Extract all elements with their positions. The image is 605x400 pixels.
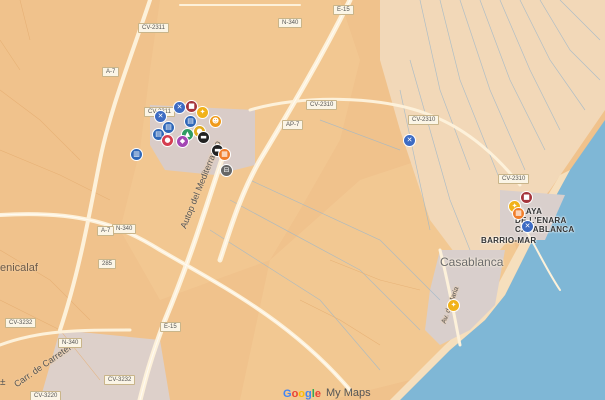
train-icon[interactable]: ⊟: [220, 164, 233, 177]
restaurant-icon[interactable]: ✕: [173, 101, 186, 114]
road-shield: CV-2311: [138, 23, 169, 33]
store-icon[interactable]: ▦: [218, 148, 231, 161]
google-letter: e: [314, 388, 321, 400]
road-shield: E-15: [333, 5, 354, 15]
shop-icon[interactable]: ▦: [512, 207, 525, 220]
hiking-icon[interactable]: ✦: [196, 106, 209, 119]
road-shield: CV-3220: [30, 391, 62, 400]
pin-icon[interactable]: ◆: [176, 135, 189, 148]
map-canvas[interactable]: enicalaf Casablanca BARRIO-MAR PLAYA DE …: [0, 0, 605, 400]
road-shield: AP-7: [282, 120, 304, 130]
road-shield: A-7: [97, 226, 115, 236]
google-logo: Google: [283, 388, 321, 400]
road-shield: CV-2310: [498, 174, 530, 184]
road-shield: 285: [98, 259, 117, 269]
road-shield: CV-3232: [5, 318, 37, 328]
road-shield: N-340: [278, 18, 303, 28]
compass-icon[interactable]: ±: [0, 377, 6, 388]
place-label-casablanca: Casablanca: [440, 255, 504, 269]
store-icon[interactable]: ■: [520, 191, 533, 204]
car-icon[interactable]: ▬: [197, 131, 210, 144]
google-letter: g: [305, 388, 312, 400]
road-shield: CV-2310: [408, 115, 440, 125]
road-shield: A-7: [102, 67, 120, 77]
my-maps-label: My Maps: [326, 387, 371, 399]
place-label-benicalaf: enicalaf: [0, 262, 38, 274]
restaurant-icon[interactable]: ✕: [403, 134, 416, 147]
restaurant-icon[interactable]: ✕: [521, 220, 534, 233]
shop-icon[interactable]: ●: [161, 134, 174, 147]
road-shield: N-340: [112, 224, 137, 234]
walk-icon[interactable]: ☻: [209, 115, 222, 128]
google-letter: G: [283, 388, 292, 400]
road-shield: CV-3232: [104, 375, 136, 385]
hiking-icon[interactable]: ✦: [447, 299, 460, 312]
road-shield: N-340: [58, 338, 83, 348]
place-label-barrio-mar: BARRIO-MAR: [481, 236, 537, 245]
road-shield: CV-2310: [306, 100, 338, 110]
road-shield: E-15: [160, 322, 181, 332]
factory-icon[interactable]: ▥: [130, 148, 143, 161]
